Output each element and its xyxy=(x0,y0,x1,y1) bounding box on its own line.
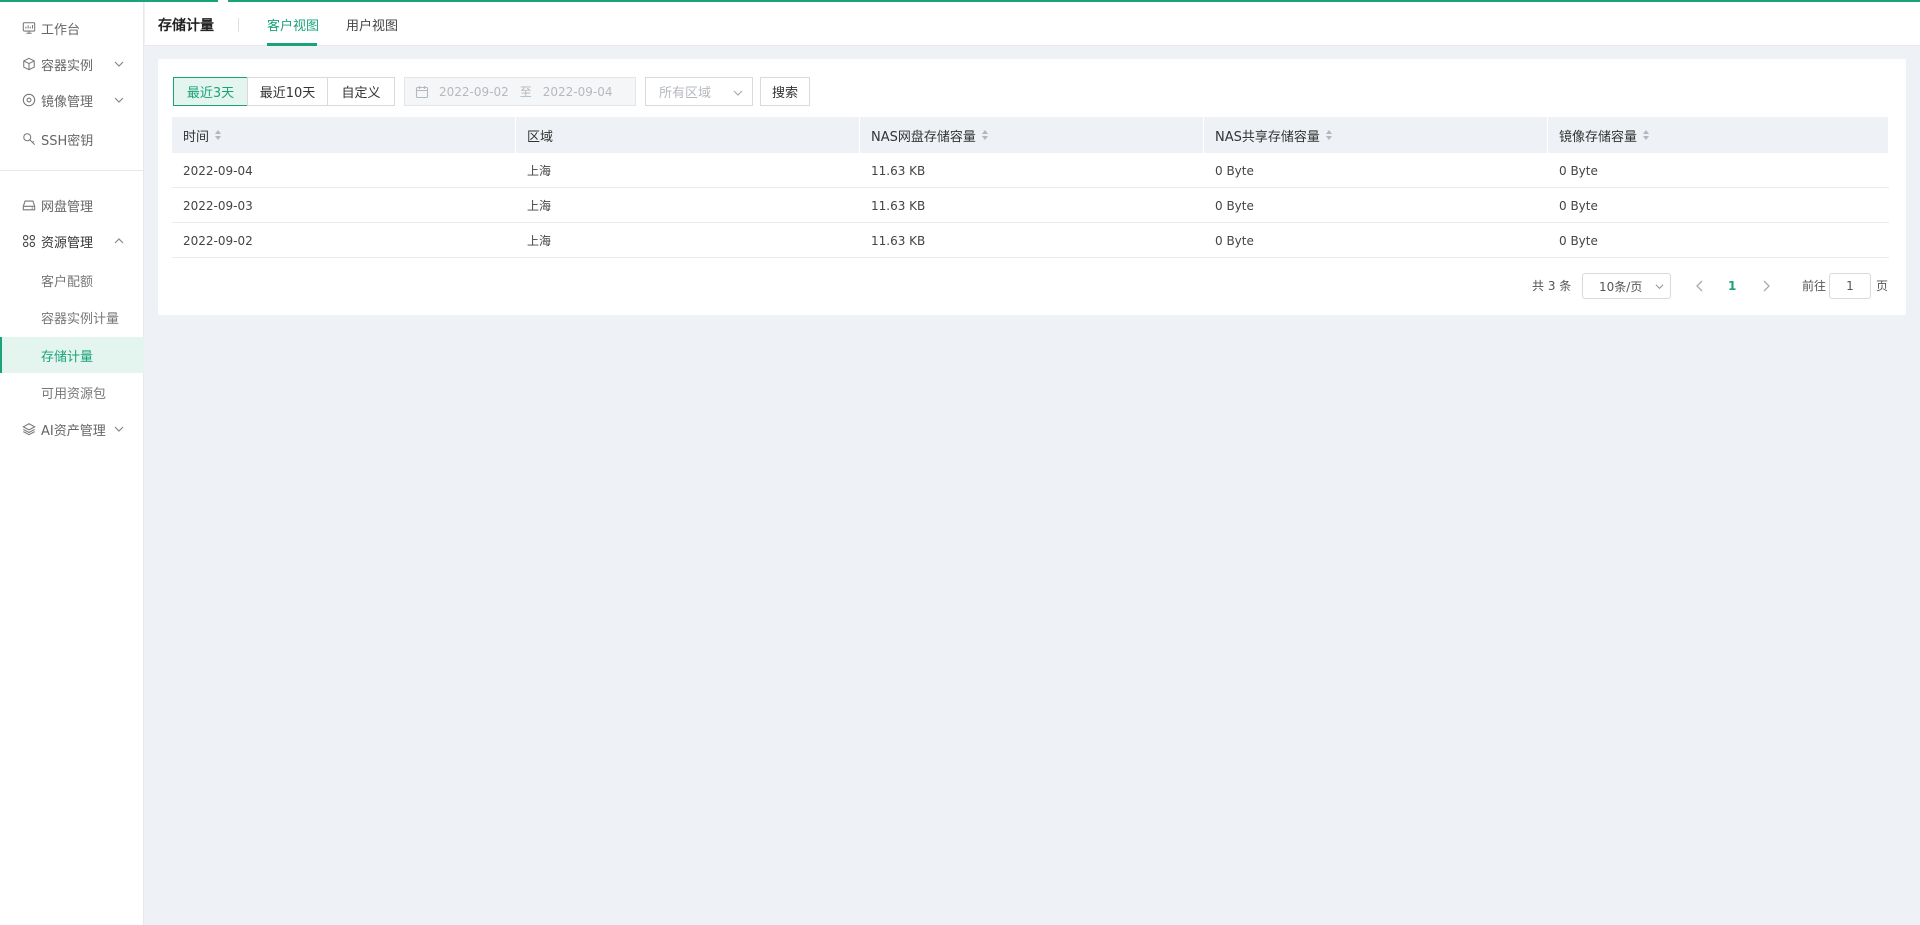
sort-icon xyxy=(215,130,222,140)
column-header-nas-disk[interactable]: NAS网盘存储容量 xyxy=(860,117,1204,153)
chevron-down-icon xyxy=(114,426,124,432)
table-row: 2022-09-04 上海 11.63 KB 0 Byte 0 Byte xyxy=(172,153,1889,188)
sidebar-item-label: 容器实例 xyxy=(41,58,94,74)
header-divider xyxy=(238,18,239,32)
active-tab-indicator xyxy=(267,43,317,46)
sidebar-item-label: 资源管理 xyxy=(41,235,94,251)
column-header-label: NAS网盘存储容量 xyxy=(871,129,976,145)
disc-icon xyxy=(21,92,37,108)
goto-suffix: 页 xyxy=(1876,279,1889,293)
sort-icon xyxy=(981,130,988,140)
column-header-label: 镜像存储容量 xyxy=(1559,129,1638,145)
sidebar-item-label: SSH密钥 xyxy=(41,133,94,149)
cell-region: 上海 xyxy=(527,199,552,213)
chevron-up-icon xyxy=(114,238,124,244)
sidebar-subitem-container-metering[interactable]: 容器实例计量 xyxy=(0,299,144,335)
sidebar-item-image-management[interactable]: 镜像管理 xyxy=(0,83,144,117)
sidebar-divider xyxy=(0,170,144,171)
sidebar-item-netdisk[interactable]: 网盘管理 xyxy=(0,188,144,222)
content-card: 最近3天 最近10天 自定义 2022-09-02 至 2022-09-04 所… xyxy=(158,59,1906,315)
cell-nas-shared: 0 Byte xyxy=(1215,163,1254,178)
region-select-placeholder: 所有区域 xyxy=(659,86,712,101)
table-row: 2022-09-02 上海 11.63 KB 0 Byte 0 Byte xyxy=(172,223,1889,258)
dashboard-icon xyxy=(21,20,37,36)
cell-image-storage: 0 Byte xyxy=(1559,233,1598,248)
sidebar-subitem-label: 可用资源包 xyxy=(41,386,107,402)
range-3-days-button[interactable]: 最近3天 xyxy=(173,77,248,106)
grid-icon xyxy=(21,233,37,249)
column-header-time[interactable]: 时间 xyxy=(172,117,516,153)
cell-nas-disk: 11.63 KB xyxy=(871,198,926,213)
cell-nas-disk: 11.63 KB xyxy=(871,163,926,178)
cell-time: 2022-09-02 xyxy=(183,233,253,248)
page-header: 存储计量 客户视图 用户视图 xyxy=(145,2,1920,46)
cube-icon xyxy=(21,56,37,72)
sidebar-item-container-instances[interactable]: 容器实例 xyxy=(0,47,144,81)
column-header-image-storage[interactable]: 镜像存储容量 xyxy=(1548,117,1889,153)
sort-icon xyxy=(1325,130,1332,140)
region-select[interactable]: 所有区域 xyxy=(645,77,753,106)
chevron-down-icon xyxy=(114,61,124,67)
page-size-select[interactable]: 10条/页 xyxy=(1582,273,1671,299)
sidebar-subitem-resource-packages[interactable]: 可用资源包 xyxy=(0,374,144,410)
column-header-label: 区域 xyxy=(527,129,554,145)
cell-region: 上海 xyxy=(527,234,552,248)
chevron-down-icon xyxy=(733,90,743,96)
pagination-total: 共 3 条 xyxy=(1532,279,1572,293)
key-icon xyxy=(21,131,37,147)
layers-icon xyxy=(21,421,37,437)
sidebar-subitem-label: 客户配额 xyxy=(41,274,94,290)
search-button[interactable]: 搜索 xyxy=(760,77,810,106)
column-header-region: 区域 xyxy=(516,117,860,153)
date-start: 2022-09-02 xyxy=(439,84,509,99)
cell-nas-disk: 11.63 KB xyxy=(871,233,926,248)
tab-user-view[interactable]: 用户视图 xyxy=(346,15,398,34)
tab-customer-view[interactable]: 客户视图 xyxy=(267,15,319,34)
cell-region: 上海 xyxy=(527,164,552,178)
storage-table: 时间 区域 NAS网盘存储容量 NAS共享存储容量 镜像存储容量 2022-09… xyxy=(172,117,1889,258)
sidebar-item-label: 工作台 xyxy=(41,22,81,38)
cell-time: 2022-09-04 xyxy=(183,163,253,178)
table-row: 2022-09-03 上海 11.63 KB 0 Byte 0 Byte xyxy=(172,188,1889,223)
range-custom-button[interactable]: 自定义 xyxy=(327,77,395,106)
prev-page-icon[interactable] xyxy=(1695,280,1705,292)
page-number-current[interactable]: 1 xyxy=(1728,273,1736,299)
cell-image-storage: 0 Byte xyxy=(1559,163,1598,178)
sidebar-subitem-label: 存储计量 xyxy=(41,349,94,365)
hard-drive-icon xyxy=(21,197,37,213)
column-header-nas-shared[interactable]: NAS共享存储容量 xyxy=(1204,117,1548,153)
chevron-down-icon xyxy=(1655,284,1664,290)
sidebar-item-ssh-keys[interactable]: SSH密钥 xyxy=(0,122,144,156)
date-range-picker[interactable]: 2022-09-02 至 2022-09-04 xyxy=(404,77,636,106)
page-size-value: 10条/页 xyxy=(1599,279,1643,294)
cell-image-storage: 0 Byte xyxy=(1559,198,1598,213)
goto-prefix: 前往 xyxy=(1802,279,1827,293)
sort-icon xyxy=(1643,130,1650,140)
range-10-days-button[interactable]: 最近10天 xyxy=(247,77,328,106)
table-header: 时间 区域 NAS网盘存储容量 NAS共享存储容量 镜像存储容量 xyxy=(172,117,1889,153)
cell-nas-shared: 0 Byte xyxy=(1215,233,1254,248)
sidebar-item-label: AI资产管理 xyxy=(41,423,106,439)
page-title: 存储计量 xyxy=(158,18,214,34)
chevron-down-icon xyxy=(114,97,124,103)
sidebar-item-label: 网盘管理 xyxy=(41,199,94,215)
sidebar-subitem-storage-metering[interactable]: 存储计量 xyxy=(0,337,144,373)
column-header-label: NAS共享存储容量 xyxy=(1215,129,1320,145)
cell-time: 2022-09-03 xyxy=(183,198,253,213)
cell-nas-shared: 0 Byte xyxy=(1215,198,1254,213)
sidebar-subitem-label: 容器实例计量 xyxy=(41,311,120,327)
date-end: 2022-09-04 xyxy=(542,84,613,99)
goto-page-input[interactable] xyxy=(1829,273,1871,299)
calendar-icon xyxy=(415,85,429,98)
date-separator: 至 xyxy=(519,85,532,99)
sidebar-item-resource-management[interactable]: 资源管理 xyxy=(0,224,144,258)
sidebar-item-label: 镜像管理 xyxy=(41,94,94,110)
sidebar-item-ai-assets[interactable]: AI资产管理 xyxy=(0,412,144,446)
next-page-icon[interactable] xyxy=(1761,280,1771,292)
sidebar-subitem-customer-quota[interactable]: 客户配额 xyxy=(0,262,144,298)
sidebar-item-dashboard[interactable]: 工作台 xyxy=(0,11,144,45)
sidebar: 工作台 容器实例 镜像管理 SSH密钥 网盘管理 资源管理 客户配额 容器实例计… xyxy=(0,2,144,925)
column-header-label: 时间 xyxy=(183,129,210,145)
